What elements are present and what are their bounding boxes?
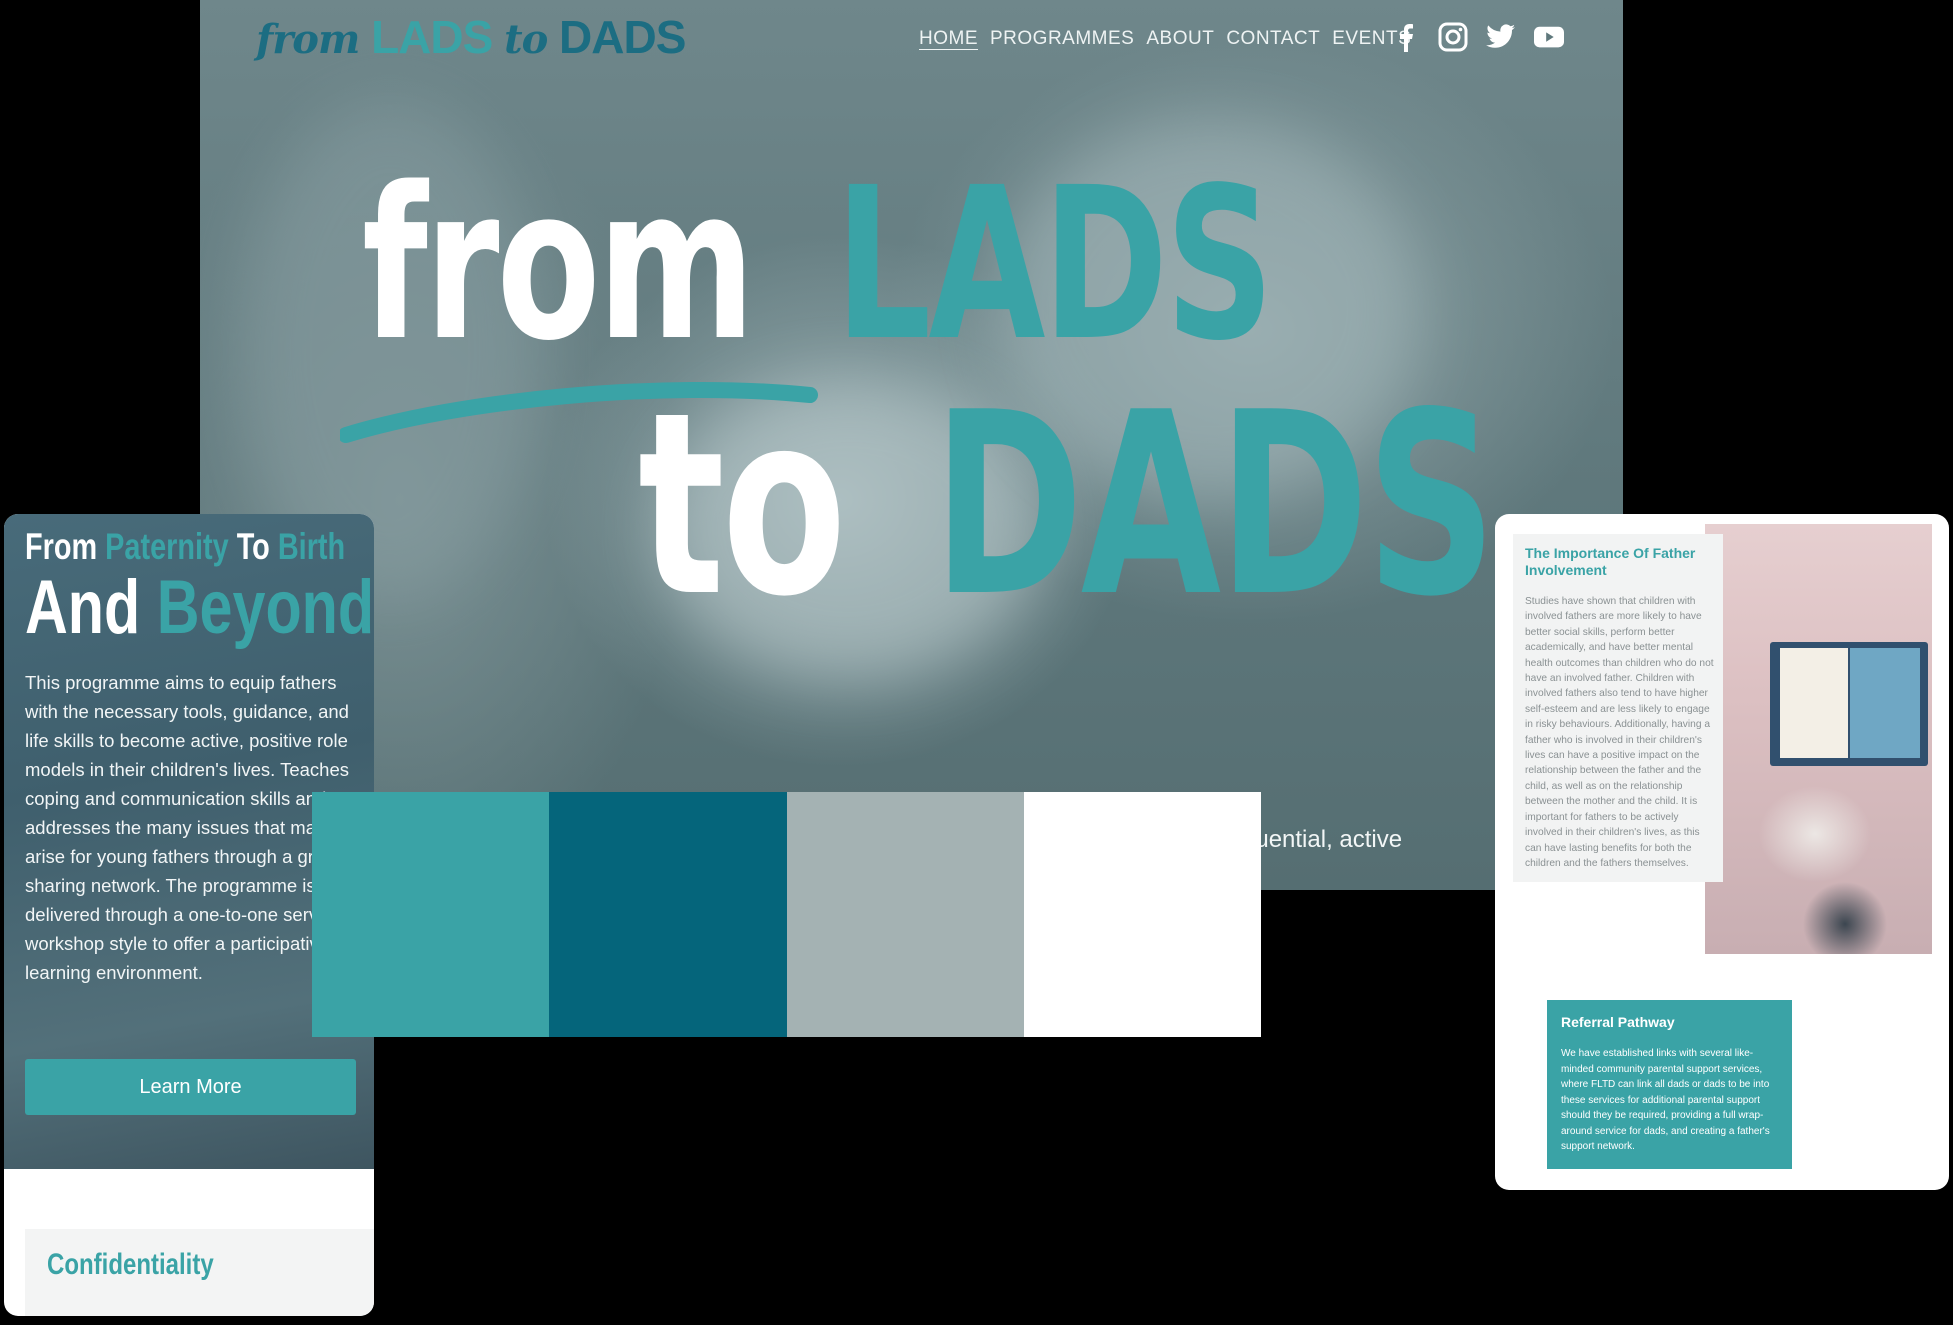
learn-more-button[interactable]: Learn More [25,1059,356,1115]
main-nav: HOME PROGRAMMES ABOUT CONTACT EVENTS [919,28,1411,50]
twitter-icon[interactable] [1486,22,1516,52]
heading-word: Birth [277,526,346,567]
hero-title-from: from [362,142,755,387]
logo-to: to [504,16,548,63]
referral-pathway-panel: Referral Pathway We have established lin… [1547,1000,1792,1169]
logo-lads: LADS [371,11,493,63]
nav-item-programmes[interactable]: PROGRAMMES [990,28,1134,50]
confidentiality-section: Confidentiality [25,1229,374,1316]
instagram-icon[interactable] [1438,22,1468,52]
book-page [1780,648,1848,758]
hero-title-to: to [638,359,847,652]
palette-swatch-dark-teal [549,792,787,1037]
book-page [1850,648,1920,758]
palette-swatch-white [1023,792,1261,1037]
nav-item-about[interactable]: ABOUT [1146,28,1214,50]
nav-item-home[interactable]: HOME [919,28,978,50]
tablet-info-mockup: The Importance Of Father Involvement Stu… [1495,514,1949,1190]
importance-title: The Importance Of Father Involvement [1525,545,1696,578]
importance-text: Studies have shown that children with in… [1525,596,1714,869]
book-image [1770,642,1928,766]
palette-swatch-teal [312,792,550,1037]
mobile-heading-line2: And Beyond [25,564,374,651]
heading-word: To [228,526,278,567]
youtube-icon[interactable] [1534,22,1564,52]
heading-word: And [25,565,157,650]
hero-title-dads: DADS [933,359,1497,652]
confidentiality-title: Confidentiality [47,1248,214,1281]
desktop-hero-mockup: from LADS to DADS HOME PROGRAMMES ABOUT … [200,0,1623,890]
site-logo[interactable]: from LADS to DADS [256,10,686,64]
mobile-heading-line1: From Paternity To Birth [25,526,345,568]
palette-swatch-grey [786,792,1024,1037]
father-reading-photo [1705,524,1932,954]
hero-title-lads: LADS [835,142,1274,387]
referral-title: Referral Pathway [1561,1014,1675,1030]
heading-word: Beyond [156,565,374,650]
social-links [1390,22,1564,52]
logo-from: from [256,16,360,63]
nav-item-contact[interactable]: CONTACT [1226,28,1320,50]
heading-word: Paternity [105,526,229,567]
facebook-icon[interactable] [1390,22,1420,52]
logo-dads: DADS [559,11,686,63]
color-palette [312,792,1261,1037]
heading-word: From [25,526,106,567]
referral-text: We have established links with several l… [1561,1048,1770,1152]
